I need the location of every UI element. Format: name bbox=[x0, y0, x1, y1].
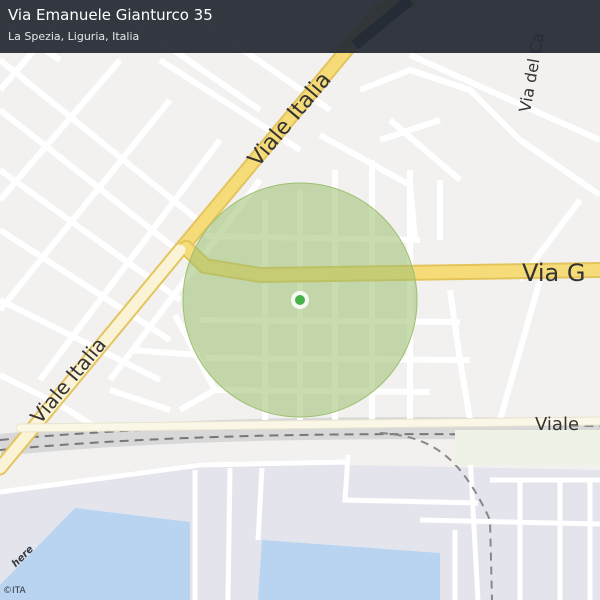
address-subtitle: La Spezia, Liguria, Italia bbox=[8, 30, 140, 43]
street-label-viale: Viale bbox=[535, 414, 579, 435]
park-strip bbox=[455, 430, 600, 465]
location-dot-icon[interactable] bbox=[291, 291, 309, 309]
map-canvas[interactable]: Viale Italia Viale Italia Via G Via del … bbox=[0, 0, 600, 600]
address-title: Via Emanuele Gianturco 35 bbox=[8, 6, 213, 24]
copyright-text: ©ITA bbox=[3, 586, 26, 596]
street-label-via-g: Via G bbox=[522, 259, 586, 287]
location-header: Via Emanuele Gianturco 35 La Spezia, Lig… bbox=[0, 0, 600, 53]
